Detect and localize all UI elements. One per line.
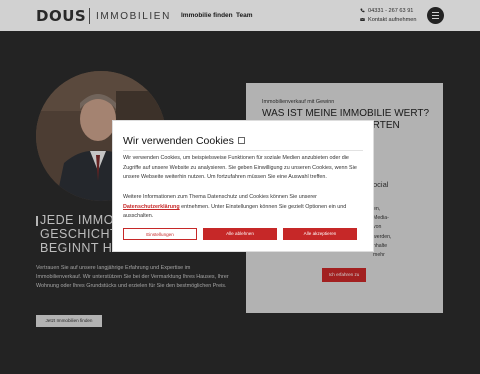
- cookie-consent-modal: Wir verwenden Cookies Wir verwenden Cook…: [112, 120, 374, 252]
- reject-all-button[interactable]: Alle ablehnen: [203, 228, 277, 240]
- modal-divider: [123, 150, 363, 151]
- cookie-modal-title: Wir verwenden Cookies: [123, 135, 245, 147]
- privacy-text-before: Weitere Informationen zum Thema Datensch…: [123, 194, 317, 200]
- title-glyph-icon: [237, 137, 245, 144]
- privacy-policy-link[interactable]: Datenschutzerklärung: [123, 204, 180, 210]
- accept-all-button[interactable]: Alle akzeptieren: [283, 228, 357, 240]
- cookie-settings-button[interactable]: Einstellungen: [123, 228, 197, 240]
- cookie-modal-privacy-text: Weitere Informationen zum Thema Datensch…: [123, 193, 358, 222]
- cookie-modal-title-text: Wir verwenden Cookies: [123, 135, 234, 147]
- cookie-modal-text: Wir verwenden Cookies, um beispielsweise…: [123, 155, 357, 181]
